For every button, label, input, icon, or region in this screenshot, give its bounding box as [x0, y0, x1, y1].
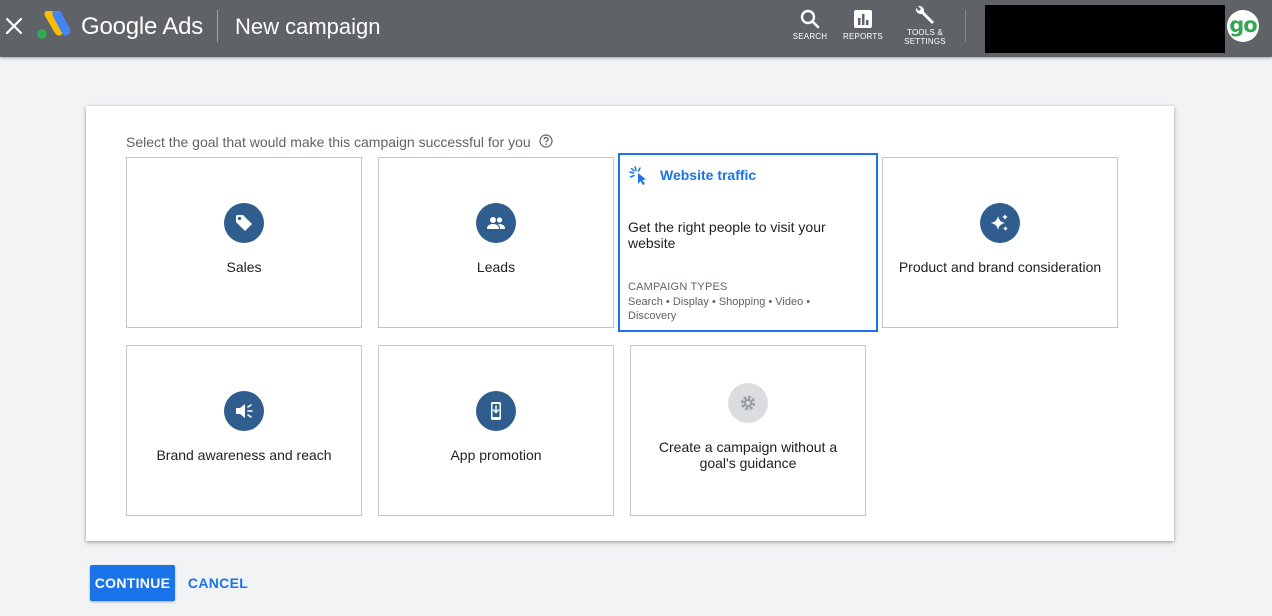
account-info-redacted[interactable] [985, 5, 1225, 53]
megaphone-icon [224, 391, 264, 431]
goal-label: Sales [226, 259, 262, 275]
search-button[interactable]: SEARCH [788, 4, 832, 52]
wrench-icon [915, 5, 934, 25]
tools-label-1: TOOLS & [907, 28, 943, 37]
bar-chart-icon [854, 10, 872, 28]
continue-button[interactable]: CONTINUE [90, 565, 175, 601]
avatar-text: go [1229, 13, 1257, 37]
header-divider-right [965, 10, 966, 42]
cancel-button[interactable]: CANCEL [183, 565, 253, 601]
goal-tile-app-promotion[interactable]: App promotion [378, 345, 614, 516]
sparkle-icon [980, 203, 1020, 243]
avatar[interactable]: go [1227, 10, 1259, 42]
goal-label: Leads [476, 259, 516, 275]
goal-selection-card: Select the goal that would make this cam… [86, 106, 1174, 541]
goal-tile-leads[interactable]: Leads [378, 157, 614, 328]
gear-icon [728, 383, 768, 423]
tag-icon [224, 203, 264, 243]
tools-label-2: SETTINGS [904, 37, 946, 46]
reports-label: REPORTS [843, 32, 883, 41]
cursor-click-icon [629, 166, 646, 185]
campaign-types-list: Search • Display • Shopping • Video • Di… [628, 296, 811, 322]
phone-download-icon [476, 391, 516, 431]
reports-button[interactable]: REPORTS [840, 4, 886, 52]
goal-label: Website traffic [660, 167, 757, 183]
search-label: SEARCH [792, 32, 828, 41]
goal-tile-brand-awareness-reach[interactable]: Brand awareness and reach [126, 345, 362, 516]
search-icon [800, 9, 820, 29]
tools-settings-button[interactable]: TOOLS & SETTINGS [900, 0, 950, 48]
google-ads-logo-icon [36, 9, 71, 41]
goal-prompt-text: Select the goal that would make this cam… [126, 134, 531, 150]
top-app-bar: Google Ads New campaign SEARCH REPORTS T… [0, 0, 1272, 57]
close-icon[interactable] [3, 15, 25, 37]
goal-label: App promotion [450, 447, 542, 463]
goal-label: Brand awareness and reach [156, 447, 332, 463]
brand-name: Google Ads [81, 13, 204, 40]
goal-label: Create a campaign without a goal's guida… [658, 439, 838, 471]
goal-tile-no-guidance[interactable]: Create a campaign without a goal's guida… [630, 345, 866, 516]
help-icon[interactable] [538, 134, 553, 148]
goal-description: Get the right people to visit your websi… [628, 219, 826, 251]
goal-tile-product-brand-consideration[interactable]: Product and brand consideration [882, 157, 1118, 328]
header-divider [217, 10, 218, 42]
campaign-types-heading: CAMPAIGN TYPES [628, 281, 728, 293]
goal-tile-sales[interactable]: Sales [126, 157, 362, 328]
goal-prompt: Select the goal that would make this cam… [126, 134, 553, 150]
people-icon [476, 203, 516, 243]
goal-tile-website-traffic[interactable]: Website traffic Get the right people to … [618, 153, 878, 332]
goal-label: Product and brand consideration [898, 259, 1102, 275]
page-title: New campaign [235, 14, 381, 39]
